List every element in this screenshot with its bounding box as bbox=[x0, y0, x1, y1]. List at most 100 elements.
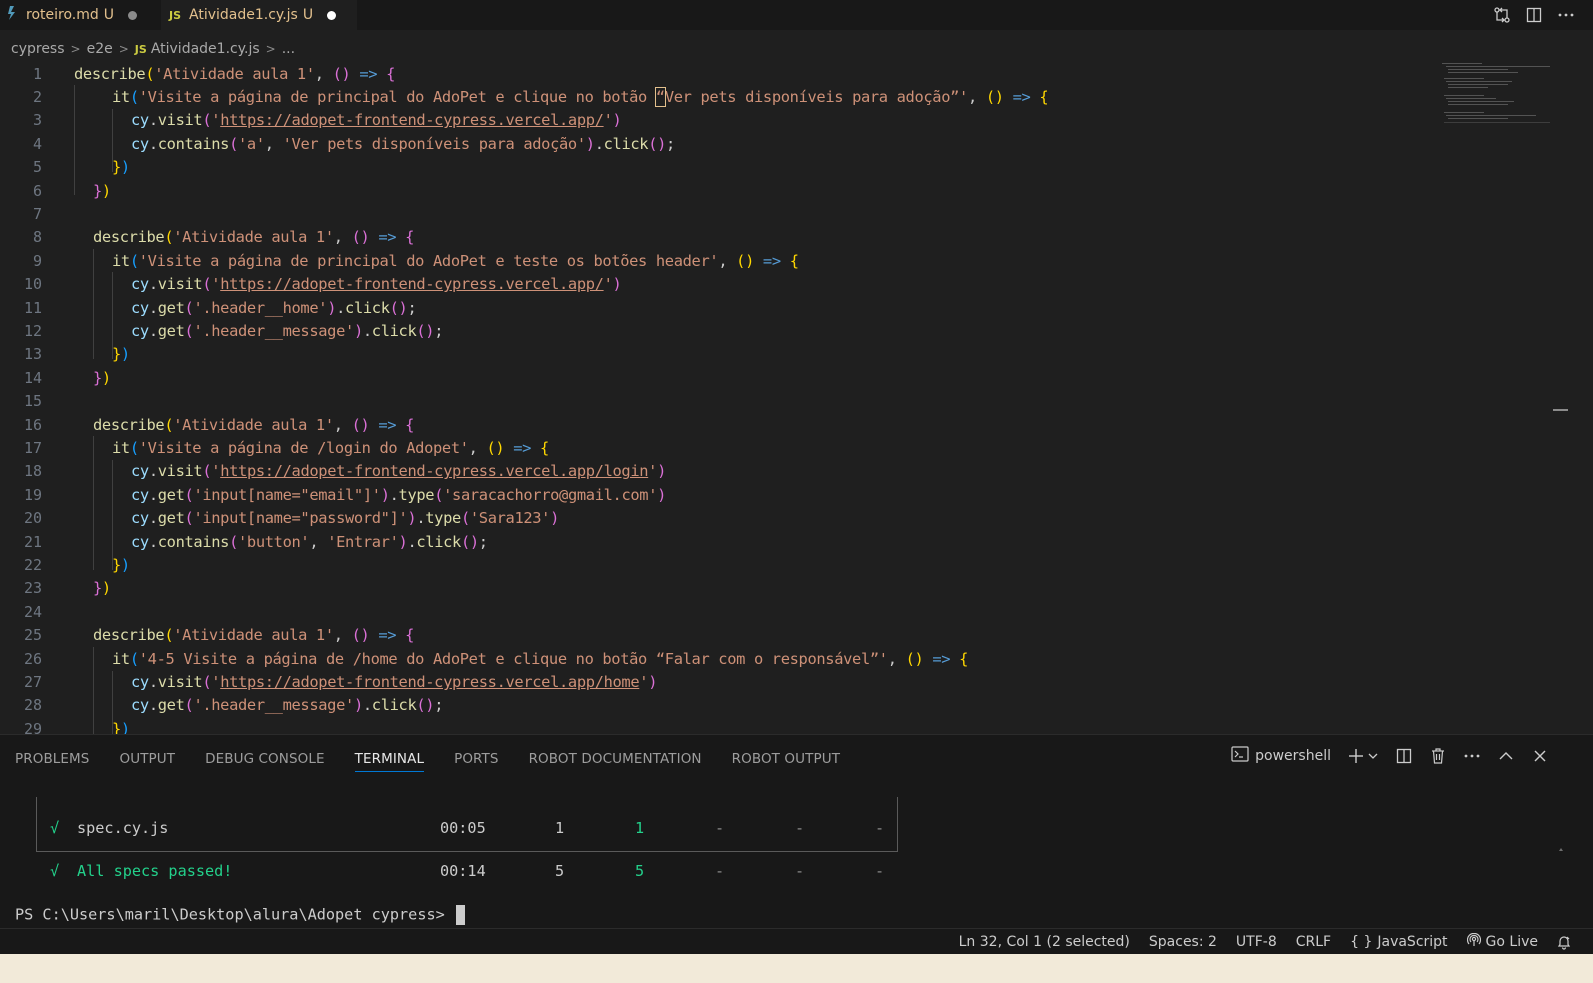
tab-debug-console[interactable]: DEBUG CONSOLE bbox=[205, 747, 325, 771]
minimap[interactable] bbox=[1440, 62, 1552, 132]
line-number: 3 bbox=[32, 111, 42, 130]
code-token: ' bbox=[639, 673, 649, 692]
line-number: 29 bbox=[23, 719, 42, 734]
split-editor-icon[interactable] bbox=[1525, 6, 1543, 24]
code-token: cy bbox=[131, 111, 149, 130]
tab-atividade1-cy-js[interactable]: JS Atividade1.cy.js U bbox=[161, 0, 357, 30]
code-string: 'Visite a página de principal do AdoPet … bbox=[138, 88, 656, 107]
code-line: 21 cy.contains('button', 'Entrar').click… bbox=[0, 530, 1500, 553]
tab-robot-output[interactable]: ROBOT OUTPUT bbox=[732, 747, 840, 771]
new-terminal-icon[interactable] bbox=[1347, 747, 1365, 765]
tab-ports[interactable]: PORTS bbox=[454, 747, 498, 771]
encoding[interactable]: UTF-8 bbox=[1236, 934, 1277, 950]
tab-problems[interactable]: PROBLEMS bbox=[15, 747, 89, 771]
panel-tabs: PROBLEMS OUTPUT DEBUG CONSOLE TERMINAL P… bbox=[15, 747, 870, 772]
trash-icon[interactable] bbox=[1429, 747, 1447, 765]
line-number: 23 bbox=[23, 579, 42, 598]
code-string: 'Ver pets disponíveis para adoção' bbox=[282, 134, 587, 153]
code-token: visit bbox=[157, 111, 203, 130]
split-terminal-icon[interactable] bbox=[1395, 747, 1413, 765]
code-editor[interactable]: 1 describe('Atividade aula 1', () => { 2… bbox=[0, 62, 1552, 734]
scrollbar-position-marker[interactable] bbox=[1553, 409, 1568, 411]
line-number: 7 bbox=[32, 205, 42, 224]
prompt-text: PS C:\Users\maril\Desktop\alura\Adopet c… bbox=[15, 905, 454, 924]
code-token: contains bbox=[157, 532, 230, 551]
code-token: it bbox=[112, 649, 130, 668]
summary-passing: 5 bbox=[635, 862, 645, 880]
more-actions-icon[interactable] bbox=[1463, 747, 1481, 765]
breadcrumb-file-label: Atividade1.cy.js bbox=[150, 41, 260, 57]
breadcrumb-file[interactable]: JS Atividade1.cy.js bbox=[135, 41, 260, 57]
line-ending[interactable]: CRLF bbox=[1296, 934, 1331, 950]
source-control-compare-icon[interactable] bbox=[1493, 6, 1511, 24]
line-number: 6 bbox=[32, 181, 42, 200]
code-token: ' bbox=[211, 462, 221, 481]
code-link[interactable]: https://adopet-frontend-cypress.vercel.a… bbox=[220, 275, 604, 293]
code-link[interactable]: https://adopet-frontend-cypress.vercel.a… bbox=[220, 673, 639, 691]
code-string: 'Atividade aula 1' bbox=[173, 415, 334, 434]
code-line: 8 describe('Atividade aula 1', () => { bbox=[0, 226, 1500, 249]
code-line: 26 it('4-5 Visite a página de /home do A… bbox=[0, 647, 1500, 670]
line-number: 16 bbox=[23, 415, 42, 434]
summary-failing: - bbox=[715, 862, 725, 880]
terminal-icon bbox=[1231, 746, 1249, 766]
cursor-position[interactable]: Ln 32, Col 1 (2 selected) bbox=[959, 934, 1130, 950]
code-line: 16 describe('Atividade aula 1', () => { bbox=[0, 413, 1500, 436]
code-string: 'Entrar' bbox=[327, 532, 399, 551]
code-token: => bbox=[378, 228, 397, 247]
code-link[interactable]: https://adopet-frontend-cypress.vercel.a… bbox=[220, 462, 648, 480]
terminal-output[interactable]: √ spec.cy.js 00:05 1 1 - - - √ All specs… bbox=[0, 787, 1566, 972]
code-token: describe bbox=[93, 626, 165, 645]
tab-output[interactable]: OUTPUT bbox=[119, 747, 175, 771]
bottom-panel: PROBLEMS OUTPUT DEBUG CONSOLE TERMINAL P… bbox=[0, 734, 1593, 972]
terminal-shell-selector[interactable]: powershell bbox=[1231, 746, 1331, 766]
breadcrumb-folder-cypress[interactable]: cypress bbox=[11, 41, 65, 57]
line-number: 24 bbox=[23, 602, 42, 621]
language-label: JavaScript bbox=[1377, 934, 1448, 950]
close-icon[interactable] bbox=[1531, 747, 1549, 765]
code-token: get bbox=[157, 322, 185, 341]
line-number: 14 bbox=[23, 368, 42, 387]
code-token: cy bbox=[131, 696, 149, 715]
chevron-down-icon[interactable] bbox=[1367, 747, 1379, 765]
code-token: ' bbox=[211, 275, 221, 294]
more-actions-icon[interactable] bbox=[1557, 6, 1575, 24]
code-line: 27 cy.visit('https://adopet-frontend-cyp… bbox=[0, 670, 1500, 693]
spec-tests: 1 bbox=[555, 819, 565, 837]
tab-terminal[interactable]: TERMINAL bbox=[354, 747, 425, 772]
code-token: visit bbox=[157, 462, 203, 481]
notifications-bell-icon[interactable] bbox=[1557, 935, 1571, 950]
code-token: cy bbox=[131, 298, 149, 317]
code-token: cy bbox=[131, 532, 149, 551]
code-line: 4 cy.contains('a', 'Ver pets disponíveis… bbox=[0, 132, 1500, 155]
code-token: cy bbox=[131, 485, 149, 504]
code-token: => bbox=[1012, 88, 1031, 107]
code-line: 25 describe('Atividade aula 1', () => { bbox=[0, 624, 1500, 647]
unsaved-dot-icon[interactable] bbox=[128, 10, 137, 20]
line-number: 8 bbox=[32, 228, 42, 247]
code-token: type bbox=[425, 509, 461, 528]
summary-label: All specs passed! bbox=[77, 862, 233, 880]
summary-tests: 5 bbox=[555, 862, 565, 880]
bracket-highlight: “ bbox=[654, 87, 666, 108]
tab-roteiro-md[interactable]: roteiro.md U bbox=[0, 0, 152, 30]
code-string: Ver pets disponíveis para adoção”' bbox=[664, 88, 969, 107]
maximize-panel-icon[interactable] bbox=[1497, 747, 1515, 765]
spec-name: spec.cy.js bbox=[77, 819, 169, 837]
go-live-button[interactable]: Go Live bbox=[1466, 932, 1538, 951]
code-line: 23 }) bbox=[0, 577, 1500, 600]
code-link[interactable]: https://adopet-frontend-cypress.vercel.a… bbox=[220, 111, 604, 129]
code-line: 2 it('Visite a página de principal do Ad… bbox=[0, 85, 1500, 108]
line-number: 21 bbox=[23, 532, 42, 551]
untracked-badge: U bbox=[302, 7, 314, 23]
breadcrumb-folder-e2e[interactable]: e2e bbox=[87, 41, 113, 57]
language-mode[interactable]: { } JavaScript bbox=[1350, 934, 1447, 950]
code-token: cy bbox=[131, 509, 149, 528]
code-line: 7 bbox=[0, 202, 1500, 225]
unsaved-dot-icon[interactable] bbox=[327, 10, 337, 20]
tab-label: roteiro.md bbox=[26, 7, 99, 23]
indentation[interactable]: Spaces: 2 bbox=[1149, 934, 1217, 950]
tab-robot-documentation[interactable]: ROBOT DOCUMENTATION bbox=[529, 747, 702, 771]
terminal-prompt[interactable]: PS C:\Users\maril\Desktop\alura\Adopet c… bbox=[15, 905, 465, 925]
breadcrumb-more[interactable]: ... bbox=[282, 41, 295, 57]
